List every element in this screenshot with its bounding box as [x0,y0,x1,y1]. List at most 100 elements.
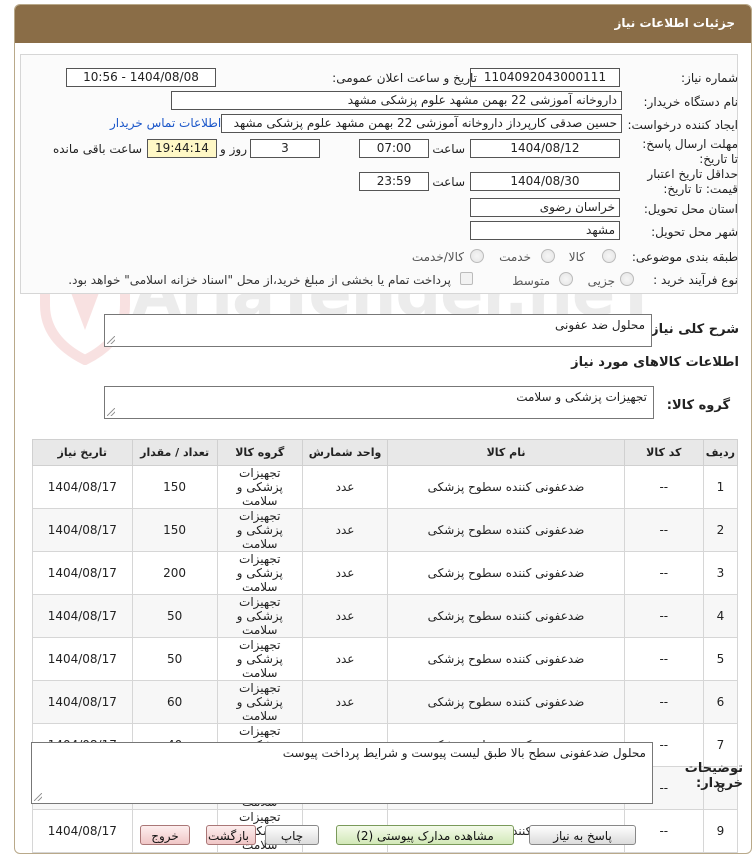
category-service-label: خدمت [499,250,531,264]
cell-group: تجهیزات پزشکی و سلامت [216,594,303,638]
summary-label: شرح کلی نیاز: [645,322,739,337]
cell-unit: عدد [301,637,389,681]
print-button[interactable]: چاپ [265,825,319,845]
cell-date: 1404/08/17 [32,637,133,681]
summary-text: محلول ضد عفونی [555,318,645,332]
page-title: جزئیات اطلاعات نیاز [614,16,735,30]
table-header-row: ردیف کد کالا نام کالا واحد شمارش گروه کا… [32,439,739,466]
need-number-label: شماره نیاز: [681,71,738,85]
cell-row: 6 [702,680,739,724]
process-label: نوع فرآیند خرید : [653,273,738,287]
reply-button[interactable]: پاسخ به نیاز [529,825,636,845]
cell-row: 3 [702,551,739,595]
buyer-notes-textarea[interactable]: محلول ضدعفونی سطح بالا طبق لیست پیوست و … [31,742,653,804]
cell-code: -- [623,551,704,595]
category-both-radio[interactable] [470,249,484,263]
buyer-notes-label: توضیحات خریدار: [684,761,743,791]
buyer-contact-link[interactable]: اطلاعات تماس خریدار [110,116,221,130]
days-label: روز و [220,142,247,156]
table-row: 3 -- ضدعفونی کننده سطوح پزشکی عدد تجهیزات پز… [32,551,739,595]
province-label: استان محل تحویل: [643,202,738,216]
cell-code: -- [623,680,704,724]
cell-name: ضدعفونی کننده سطوح پزشکی [387,465,625,509]
category-service-radio[interactable] [541,249,555,263]
cell-name: ضدعفونی کننده سطوح پزشکی [387,508,625,552]
cell-unit: عدد [301,508,389,552]
cell-qty: 150 [131,508,218,552]
goods-group-textarea[interactable]: تجهیزات پزشکی و سلامت [104,386,654,419]
deadline-time-field: 07:00 [359,139,429,158]
cell-date: 1404/08/17 [32,508,133,552]
col-row: ردیف [702,439,739,466]
cell-group: تجهیزات پزشکی و سلامت [216,551,303,595]
back-button[interactable]: بازگشت [206,825,256,845]
category-goods-radio[interactable] [602,249,616,263]
goods-group-label: گروه کالا: [666,398,730,413]
cell-name: ضدعفونی کننده سطوح پزشکی [387,637,625,681]
creator-label: ایجاد کننده درخواست: [627,118,738,132]
remaining-time-field: 19:44:14 [147,139,217,158]
resize-grip-icon[interactable] [107,408,115,416]
cell-unit: عدد [301,465,389,509]
deadline-date-field: 1404/08/12 [470,139,620,158]
resize-grip-icon[interactable] [34,793,42,801]
validity-time-label: ساعت [432,175,465,189]
buyer-label: نام دستگاه خریدار: [643,95,739,109]
summary-textarea[interactable]: محلول ضد عفونی [104,314,652,347]
cell-qty: 50 [131,637,218,681]
table-row: 5 -- ضدعفونی کننده سطوح پزشکی عدد تجهیزات پز… [32,637,739,681]
deadline-label: مهلت ارسال پاسخ: تا تاریخ: [642,137,738,166]
cell-date: 1404/08/17 [32,465,133,509]
province-field: خراسان رضوی [470,198,620,217]
cell-date: 1404/08/17 [32,594,133,638]
creator-field: حسین صدقی کارپرداز داروخانه آموزشی 22 به… [221,114,622,133]
cell-qty: 150 [131,465,218,509]
cell-code: -- [623,809,704,853]
cell-group: تجهیزات پزشکی و سلامت [216,680,303,724]
category-label: طبقه بندی موضوعی: [631,250,738,264]
resize-grip-icon[interactable] [107,336,115,344]
city-label: شهر محل تحویل: [651,225,738,239]
cell-code: -- [623,594,704,638]
cell-row: 4 [702,594,739,638]
goods-group-text: تجهیزات پزشکی و سلامت [516,390,647,404]
cell-row: 9 [702,809,739,853]
panel-header: جزئیات اطلاعات نیاز [15,5,751,43]
treasury-payment-note: پرداخت تمام یا بخشی از مبلغ خرید،از محل … [68,273,451,287]
cell-code: -- [623,508,704,552]
cell-date: 1404/08/17 [32,680,133,724]
table-row: 1 -- ضدعفونی کننده سطوح پزشکی عدد تجهیزات پز… [32,465,739,509]
announce-date-label: تاریخ و ساعت اعلان عمومی: [332,71,477,85]
cell-date: 1404/08/17 [32,809,133,853]
table-row: 6 -- ضدعفونی کننده سطوح پزشکی عدد تجهیزات پز… [32,680,739,724]
cell-row: 2 [702,508,739,552]
cell-qty: 200 [131,551,218,595]
cell-name: ضدعفونی کننده سطوح پزشکی [387,594,625,638]
cell-code: -- [623,465,704,509]
buyer-field: داروخانه آموزشی 22 بهمن مشهد علوم پزشکی … [171,91,622,110]
cell-group: تجهیزات پزشکی و سلامت [216,508,303,552]
cell-row: 1 [702,465,739,509]
process-medium-label: متوسط [512,274,550,288]
category-goods-label: کالا [568,250,585,264]
treasury-payment-checkbox[interactable] [460,272,473,285]
validity-time-field: 23:59 [359,172,429,191]
view-attachments-button[interactable]: مشاهده مدارک پیوستی (2) [336,825,514,845]
col-name: نام کالا [387,439,625,466]
cell-group: تجهیزات پزشکی و سلامت [216,465,303,509]
city-field: مشهد [470,221,620,240]
cell-row: 5 [702,637,739,681]
exit-button[interactable]: خروج [140,825,190,845]
buyer-notes-text: محلول ضدعفونی سطح بالا طبق لیست پیوست و … [282,746,646,760]
cell-code: -- [623,637,704,681]
announce-date-field: 1404/08/08 - 10:56 [66,68,216,87]
cell-unit: عدد [301,594,389,638]
process-medium-radio[interactable] [559,272,573,286]
validity-date-field: 1404/08/30 [470,172,620,191]
cell-date: 1404/08/17 [32,551,133,595]
cell-unit: عدد [301,680,389,724]
col-group: گروه کالا [216,439,303,466]
category-both-label: کالا/خدمت [411,250,464,264]
process-minor-radio[interactable] [620,272,634,286]
goods-info-title: اطلاعات کالاهای مورد نیاز [571,355,739,370]
